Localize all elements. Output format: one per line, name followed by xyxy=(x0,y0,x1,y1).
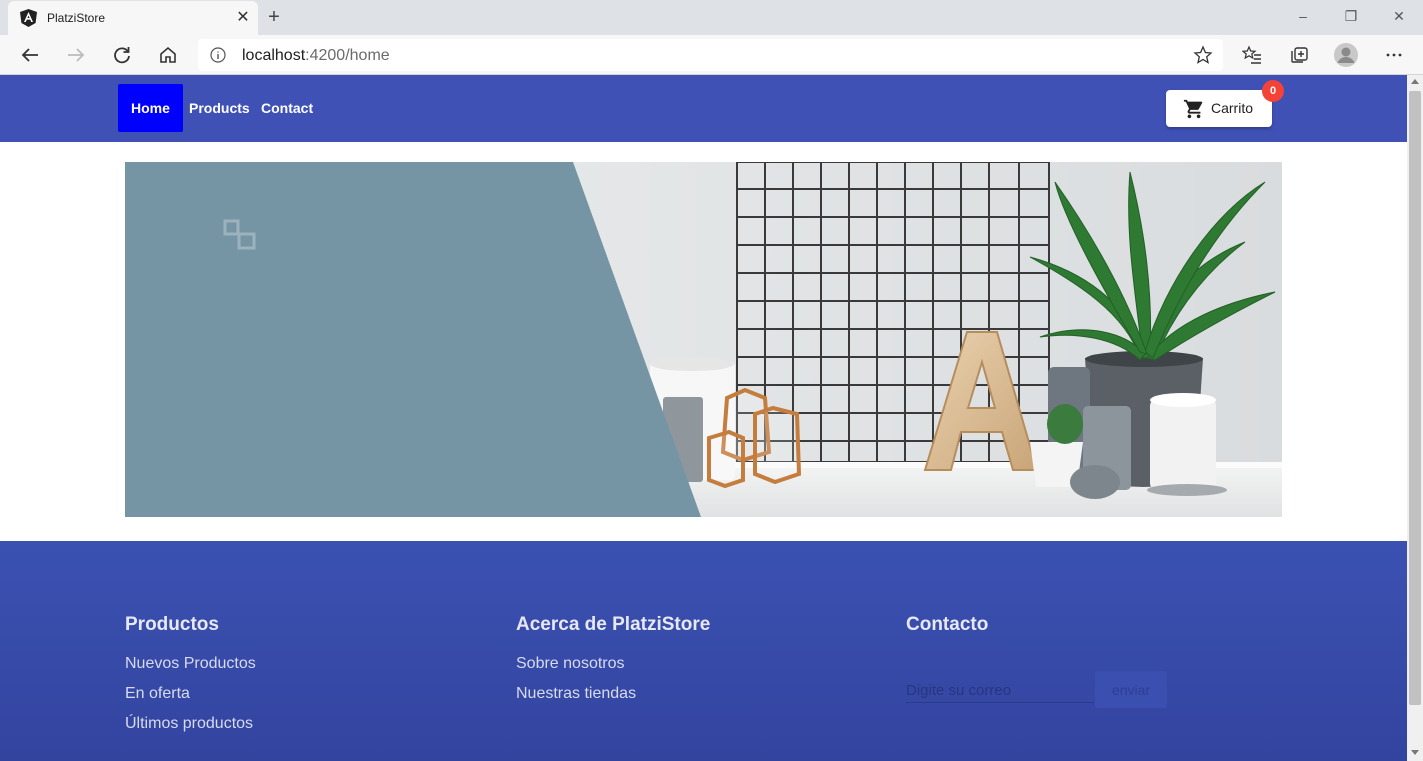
more-menu-icon[interactable] xyxy=(1380,41,1408,69)
collections-icon[interactable] xyxy=(1285,41,1313,69)
footer-link-en-oferta[interactable]: En oferta xyxy=(125,685,190,703)
footer-heading-productos: Productos xyxy=(125,614,219,635)
address-bar: localhost:4200/home xyxy=(0,35,1423,75)
minimize-icon[interactable]: – xyxy=(1288,5,1318,27)
footer-heading-contacto: Contacto xyxy=(906,614,989,635)
scroll-down-arrow-icon[interactable] xyxy=(1411,750,1419,755)
url-text: localhost:4200/home xyxy=(242,47,390,65)
page-scrollbar[interactable] xyxy=(1407,75,1423,761)
info-icon[interactable] xyxy=(210,47,226,63)
url-host: localhost xyxy=(242,47,306,64)
cart-label: Carrito xyxy=(1211,100,1254,116)
favorite-star-icon[interactable] xyxy=(1189,41,1217,69)
footer-link-sobre-nosotros[interactable]: Sobre nosotros xyxy=(516,655,625,673)
reload-icon[interactable] xyxy=(108,41,136,69)
tab-title: PlatziStore xyxy=(47,11,106,25)
new-tab-icon[interactable]: + xyxy=(262,5,286,29)
restore-icon[interactable]: ❐ xyxy=(1336,5,1366,27)
cart-button[interactable]: Carrito xyxy=(1166,90,1272,127)
nav-link-contact[interactable]: Contact xyxy=(261,84,313,132)
back-icon[interactable] xyxy=(16,41,44,69)
browser-tab[interactable]: PlatziStore ✕ xyxy=(8,1,258,35)
hero-banner-image xyxy=(125,162,1282,517)
shopping-cart-icon xyxy=(1183,99,1203,119)
url-field[interactable]: localhost:4200/home xyxy=(198,39,1223,71)
tab-close-icon[interactable]: ✕ xyxy=(232,7,254,29)
email-field[interactable] xyxy=(906,679,1094,703)
angular-logo-icon xyxy=(20,9,37,27)
footer-link-nuestras-tiendas[interactable]: Nuestras tiendas xyxy=(516,685,636,703)
tab-strip: PlatziStore ✕ + – ❐ ✕ xyxy=(0,0,1423,35)
scroll-thumb[interactable] xyxy=(1409,91,1421,705)
profile-avatar-icon[interactable] xyxy=(1332,41,1360,69)
home-icon[interactable] xyxy=(154,41,182,69)
window-close-icon[interactable]: ✕ xyxy=(1384,5,1414,27)
nav-link-products[interactable]: Products xyxy=(189,84,250,132)
favorites-list-icon[interactable] xyxy=(1238,41,1266,69)
site-footer: Productos Nuevos Productos En oferta Últ… xyxy=(0,541,1407,761)
send-button[interactable]: enviar xyxy=(1095,671,1167,708)
nav-link-home[interactable]: Home xyxy=(118,84,183,132)
page-viewport: Home Products Contact Carrito 0 Producto… xyxy=(0,75,1407,761)
footer-link-nuevos-productos[interactable]: Nuevos Productos xyxy=(125,655,256,673)
cart-count-badge: 0 xyxy=(1262,80,1284,102)
footer-heading-acerca: Acerca de PlatziStore xyxy=(516,614,711,635)
top-navbar: Home Products Contact Carrito 0 xyxy=(0,75,1407,142)
url-path: :4200/home xyxy=(305,47,390,64)
scroll-up-arrow-icon[interactable] xyxy=(1411,79,1419,84)
footer-link-ultimos-productos[interactable]: Últimos productos xyxy=(125,715,253,733)
forward-icon[interactable] xyxy=(62,41,90,69)
